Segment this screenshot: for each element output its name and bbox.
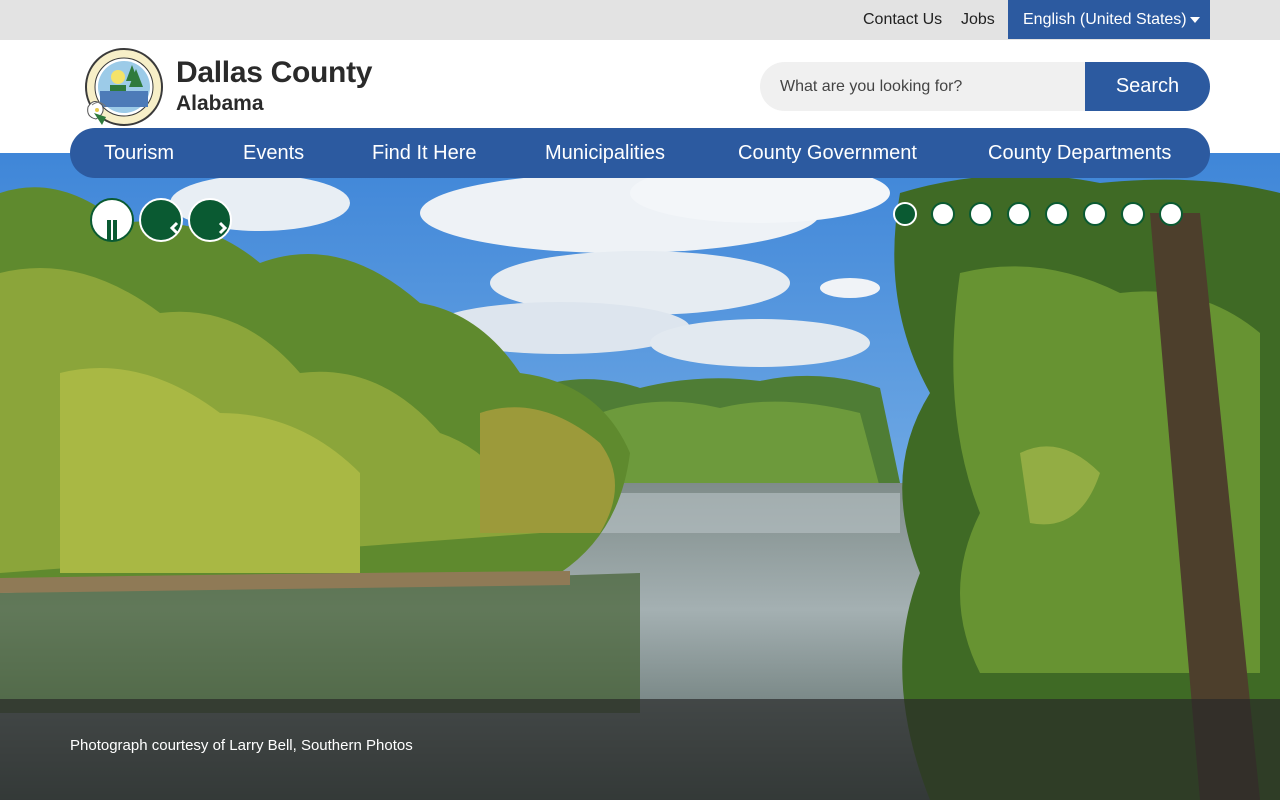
nav-item-find-it-here[interactable]: Find It Here	[372, 128, 476, 178]
site-title[interactable]: Dallas County	[176, 56, 372, 90]
chevron-right-icon	[218, 221, 228, 235]
search-input[interactable]	[760, 62, 1086, 111]
slideshow-previous-button[interactable]	[139, 198, 183, 242]
slide-dot-8[interactable]	[1159, 202, 1183, 226]
language-select[interactable]: English (United States)	[1008, 0, 1210, 39]
main-navigation: Tourism Events Find It Here Municipaliti…	[70, 128, 1210, 178]
slide-dot-5[interactable]	[1045, 202, 1069, 226]
nav-item-municipalities[interactable]: Municipalities	[545, 128, 665, 178]
search-button[interactable]: Search	[1085, 62, 1210, 111]
county-seal-logo[interactable]	[80, 47, 164, 127]
pause-icon	[107, 220, 117, 240]
search-form: Search	[760, 62, 1210, 111]
utility-bar: Contact Us Jobs English (United States)	[0, 0, 1280, 40]
jobs-link[interactable]: Jobs	[961, 0, 995, 40]
slide-dot-3[interactable]	[969, 202, 993, 226]
photo-caption: Photograph courtesy of Larry Bell, South…	[70, 737, 413, 754]
nav-item-tourism[interactable]: Tourism	[104, 128, 174, 178]
slide-dot-2[interactable]	[931, 202, 955, 226]
chevron-left-icon	[169, 221, 179, 235]
nav-item-county-departments[interactable]: County Departments	[988, 128, 1171, 178]
photo-caption-bar: Photograph courtesy of Larry Bell, South…	[0, 699, 1280, 800]
slide-dot-7[interactable]	[1121, 202, 1145, 226]
site-subtitle: Alabama	[176, 92, 264, 115]
slide-dot-6[interactable]	[1083, 202, 1107, 226]
slideshow-next-button[interactable]	[188, 198, 232, 242]
slideshow-pause-button[interactable]	[90, 198, 134, 242]
language-label: English (United States)	[1023, 11, 1187, 28]
slide-dot-4[interactable]	[1007, 202, 1031, 226]
slide-dot-1[interactable]	[893, 202, 917, 226]
caret-down-icon	[1190, 17, 1200, 23]
hero-slideshow: Photograph courtesy of Larry Bell, South…	[0, 153, 1280, 800]
nav-item-county-government[interactable]: County Government	[738, 128, 917, 178]
nav-item-events[interactable]: Events	[243, 128, 304, 178]
contact-us-link[interactable]: Contact Us	[863, 0, 942, 40]
